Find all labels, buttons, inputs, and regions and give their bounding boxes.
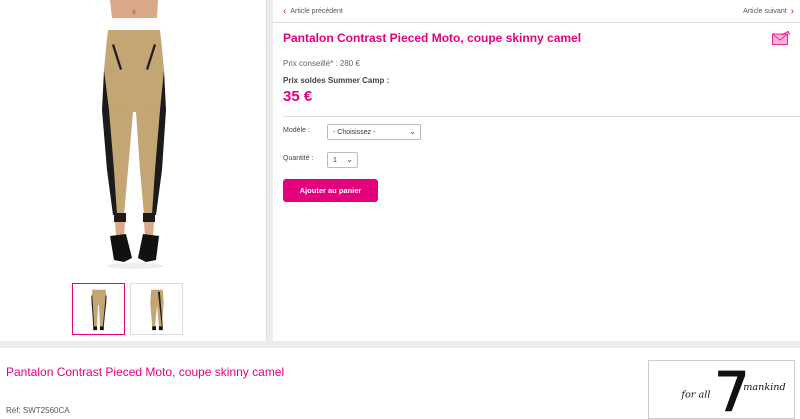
main-product-image[interactable] bbox=[40, 0, 230, 272]
model-select[interactable]: - Choisissez - ⌄ bbox=[327, 124, 421, 140]
quantity-select[interactable]: 1 ⌄ bbox=[327, 152, 358, 168]
previous-article-link[interactable]: ‹ Article précédent bbox=[283, 6, 343, 17]
divider bbox=[273, 22, 800, 23]
next-article-link[interactable]: Article suivant › bbox=[743, 6, 794, 17]
chevron-left-icon: ‹ bbox=[283, 6, 287, 17]
thumbnail-side-image bbox=[150, 289, 164, 331]
product-description-section: Pantalon Contrast Pieced Moto, coupe ski… bbox=[0, 348, 800, 419]
share-mail-icon[interactable] bbox=[772, 31, 790, 45]
svg-text:mankind: mankind bbox=[743, 382, 785, 393]
retail-price: Prix conseillé* : 280 € bbox=[283, 59, 360, 68]
brand-logo[interactable]: for all mankind bbox=[648, 360, 795, 419]
sale-price: 35 € bbox=[283, 88, 313, 105]
chevron-right-icon: › bbox=[790, 6, 794, 17]
divider bbox=[283, 116, 800, 117]
quantity-select-value: 1 bbox=[333, 156, 337, 164]
next-article-label: Article suivant bbox=[743, 8, 787, 15]
thumbnail-front[interactable] bbox=[72, 283, 125, 335]
chevron-down-icon: ⌄ bbox=[346, 155, 353, 164]
chevron-down-icon: ⌄ bbox=[409, 127, 416, 136]
product-info-panel: ‹ Article précédent Article suivant › Pa… bbox=[273, 0, 800, 341]
product-title: Pantalon Contrast Pieced Moto, coupe ski… bbox=[283, 31, 582, 45]
quantity-label: Quantité : bbox=[283, 155, 314, 162]
brand-logo-image: for all mankind bbox=[680, 370, 786, 412]
svg-text:for all: for all bbox=[680, 390, 710, 401]
thumbnail-front-image bbox=[91, 289, 107, 331]
thumbnail-side[interactable] bbox=[130, 283, 183, 335]
description-title: Pantalon Contrast Pieced Moto, coupe ski… bbox=[6, 365, 285, 379]
model-label: Modèle : bbox=[283, 127, 310, 134]
previous-article-label: Article précédent bbox=[290, 8, 343, 15]
sale-price-label: Prix soldes Summer Camp : bbox=[283, 76, 390, 85]
product-gallery bbox=[0, 0, 267, 341]
add-to-cart-button[interactable]: Ajouter au panier bbox=[283, 179, 378, 202]
product-reference: Réf: SWT2560CA bbox=[6, 406, 70, 415]
model-select-value: - Choisissez - bbox=[333, 128, 376, 136]
product-page: ‹ Article précédent Article suivant › Pa… bbox=[0, 0, 800, 419]
